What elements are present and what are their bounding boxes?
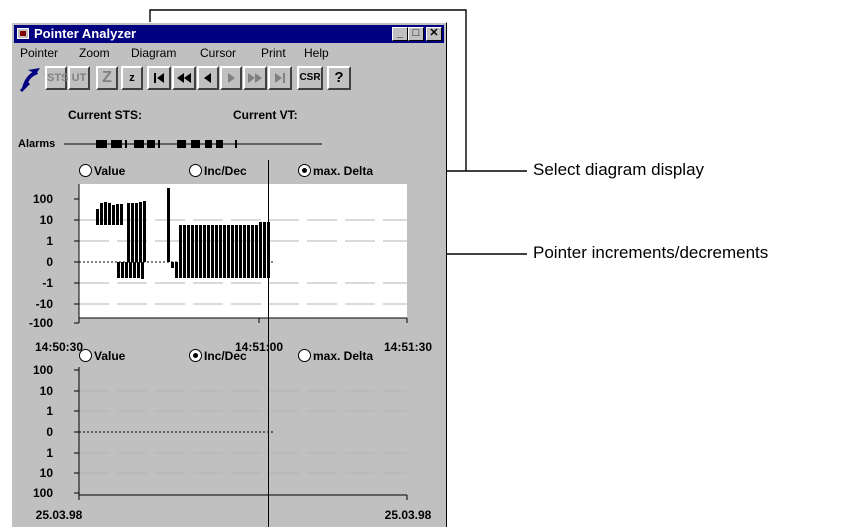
d2-ytick-0: 0 <box>46 425 53 439</box>
d1-bar <box>231 262 234 278</box>
d2-option-incdec[interactable]: Inc/Dec <box>189 349 247 363</box>
select-display-annotation: Select diagram display <box>533 160 705 179</box>
d1-bar <box>247 225 250 262</box>
d1-bar <box>199 225 202 262</box>
d2-ytick-10-top: 10 <box>40 384 54 398</box>
d1-bar <box>191 225 194 262</box>
d1-bar <box>227 262 230 278</box>
pointer-analyzer-window: Pointer Analyzer _ □ ✕ Pointer Zoom Diag… <box>11 22 447 527</box>
d1-bar <box>108 203 111 225</box>
d1-bar <box>175 262 178 278</box>
d2-option-value-label: Value <box>94 349 126 363</box>
d1-bar <box>195 225 198 262</box>
d1-ytick-neg1: -1 <box>42 276 53 290</box>
d2-ytick-1-bottom: 1 <box>46 446 53 460</box>
d1-bar <box>171 262 174 268</box>
d1-bar <box>195 262 198 278</box>
d1-bar <box>219 262 222 278</box>
d1-bar <box>235 262 238 278</box>
d2-option-value[interactable]: Value <box>79 349 125 363</box>
d1-bar <box>137 262 140 278</box>
d1-bar <box>223 262 226 278</box>
d2-ytick-10-bottom: 10 <box>40 466 54 480</box>
d1-bar <box>131 203 134 262</box>
d1-ytick-100: 100 <box>33 192 53 206</box>
d1-bar <box>117 262 120 278</box>
radio-selected-icon <box>189 349 202 362</box>
d1-bar <box>243 262 246 278</box>
d1-bar <box>235 225 238 262</box>
d1-bar <box>203 262 206 278</box>
d1-bar <box>96 209 99 225</box>
d1-xtick-3: 14:51:30 <box>384 340 432 354</box>
d1-bar <box>183 225 186 262</box>
d1-bar <box>104 202 107 225</box>
d2-xtick-2: 25.03.98 <box>385 508 432 522</box>
d2-ytick-100-bottom: 100 <box>33 486 53 500</box>
d1-bar <box>116 204 119 225</box>
radio-icon <box>79 349 92 362</box>
radio-icon <box>298 349 311 362</box>
d1-bar <box>223 225 226 262</box>
d1-bar <box>227 225 230 262</box>
d1-bar <box>239 225 242 262</box>
d1-bar <box>211 262 214 278</box>
d1-bar <box>179 262 182 278</box>
d1-bar <box>121 262 124 278</box>
d1-bar <box>215 262 218 278</box>
d1-bar <box>141 262 144 279</box>
d1-bar <box>100 203 103 225</box>
d1-bar <box>179 225 182 262</box>
d1-ytick-10: 10 <box>40 213 54 227</box>
d1-bar <box>135 203 138 262</box>
d2-option-maxdelta-label: max. Delta <box>313 349 374 363</box>
d1-bar <box>127 203 130 262</box>
time-cursor-line[interactable] <box>268 160 269 527</box>
d1-bar <box>207 262 210 278</box>
d1-bar <box>112 205 115 225</box>
d1-bar <box>143 201 146 262</box>
d1-bar <box>207 225 210 262</box>
d1-bar <box>259 262 262 278</box>
d1-bar <box>139 202 142 262</box>
d1-bar <box>120 204 123 225</box>
d1-bar <box>167 188 170 262</box>
d1-bar <box>133 262 136 278</box>
d1-bar <box>243 225 246 262</box>
d2-ytick-1-top: 1 <box>46 404 53 418</box>
d1-ytick-1: 1 <box>46 234 53 248</box>
d1-bar <box>259 222 262 262</box>
d1-bar <box>125 262 128 278</box>
d1-bar <box>239 262 242 278</box>
d1-bar <box>203 225 206 262</box>
d1-bar <box>191 262 194 278</box>
d2-option-incdec-label: Inc/Dec <box>204 349 247 363</box>
d1-chart: 100 10 1 0 -1 -10 -100 14:50:30 14:51:00… <box>29 184 432 522</box>
d1-bar <box>199 262 202 278</box>
d1-bar <box>263 262 266 278</box>
d1-bar <box>255 262 258 278</box>
d1-bar <box>219 225 222 262</box>
d1-bar <box>187 262 190 278</box>
d1-bar <box>211 225 214 262</box>
d1-bar <box>231 225 234 262</box>
d1-bar <box>215 225 218 262</box>
d1-ytick-0: 0 <box>46 255 53 269</box>
d1-bar <box>251 262 254 278</box>
d2-option-maxdelta[interactable]: max. Delta <box>298 349 373 363</box>
d1-bar <box>183 262 186 278</box>
d1-ytick-neg100: -100 <box>29 316 53 330</box>
d2-ytick-100-top: 100 <box>33 363 53 377</box>
d1-bar <box>263 222 266 262</box>
d1-bar <box>251 225 254 262</box>
d1-bar <box>187 225 190 262</box>
d1-bar <box>247 262 250 278</box>
pointer-inc-annotation: Pointer increments/decrements <box>533 243 769 262</box>
d1-bar <box>255 225 258 262</box>
d1-bar <box>129 262 132 278</box>
d2-xtick-1: 25.03.98 <box>36 508 83 522</box>
d1-xtick-1: 14:50:30 <box>35 340 83 354</box>
d1-ytick-neg10: -10 <box>36 297 54 311</box>
